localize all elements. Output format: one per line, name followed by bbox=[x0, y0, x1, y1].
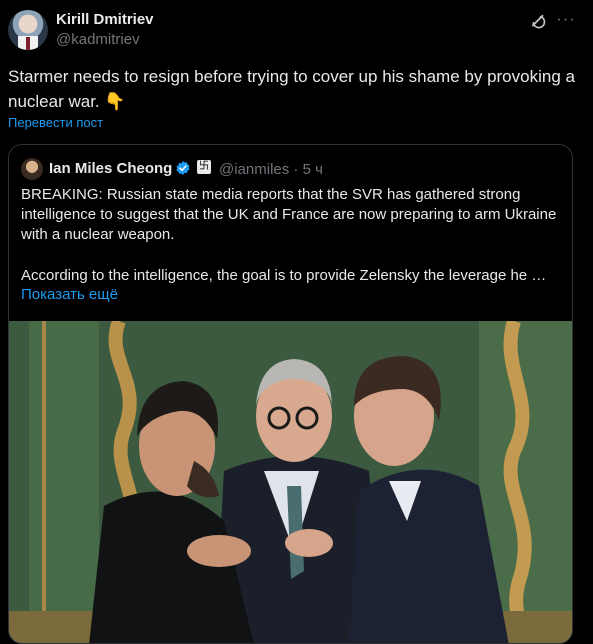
quoted-author-avatar[interactable] bbox=[21, 158, 43, 180]
quoted-author-handle[interactable]: @ianmiles bbox=[219, 161, 289, 178]
affiliation-badge-icon: 卐 bbox=[197, 160, 211, 174]
quoted-post-time[interactable]: 5 ч bbox=[303, 161, 323, 178]
author-avatar[interactable] bbox=[8, 10, 48, 50]
quoted-post[interactable]: Ian Miles Cheong 卐 @ianmiles · 5 ч BREAK… bbox=[8, 144, 573, 644]
author-name[interactable]: Kirill Dmitriev bbox=[56, 11, 154, 28]
quoted-post-text-continued: According to the intelligence, the goal … bbox=[21, 267, 547, 284]
quoted-handle-time: @ianmiles · 5 ч bbox=[219, 161, 323, 178]
post-text: Starmer needs to resign before trying to… bbox=[8, 67, 575, 111]
photo-illustration bbox=[9, 321, 572, 643]
show-more-link[interactable]: Показать ещё bbox=[21, 286, 118, 303]
quoted-post-photo[interactable] bbox=[9, 321, 572, 643]
verified-badge-icon bbox=[176, 161, 190, 175]
quoted-author-name[interactable]: Ian Miles Cheong bbox=[49, 160, 172, 177]
more-options-icon[interactable]: ··· bbox=[556, 9, 576, 29]
translate-post-link[interactable]: Перевести пост bbox=[8, 115, 103, 130]
author-handle[interactable]: @kadmitriev bbox=[56, 31, 140, 48]
avatar-tie bbox=[26, 37, 30, 50]
separator-dot: · bbox=[293, 161, 299, 178]
quoted-post-text: BREAKING: Russian state media reports th… bbox=[21, 186, 557, 243]
grok-icon[interactable] bbox=[529, 12, 547, 30]
